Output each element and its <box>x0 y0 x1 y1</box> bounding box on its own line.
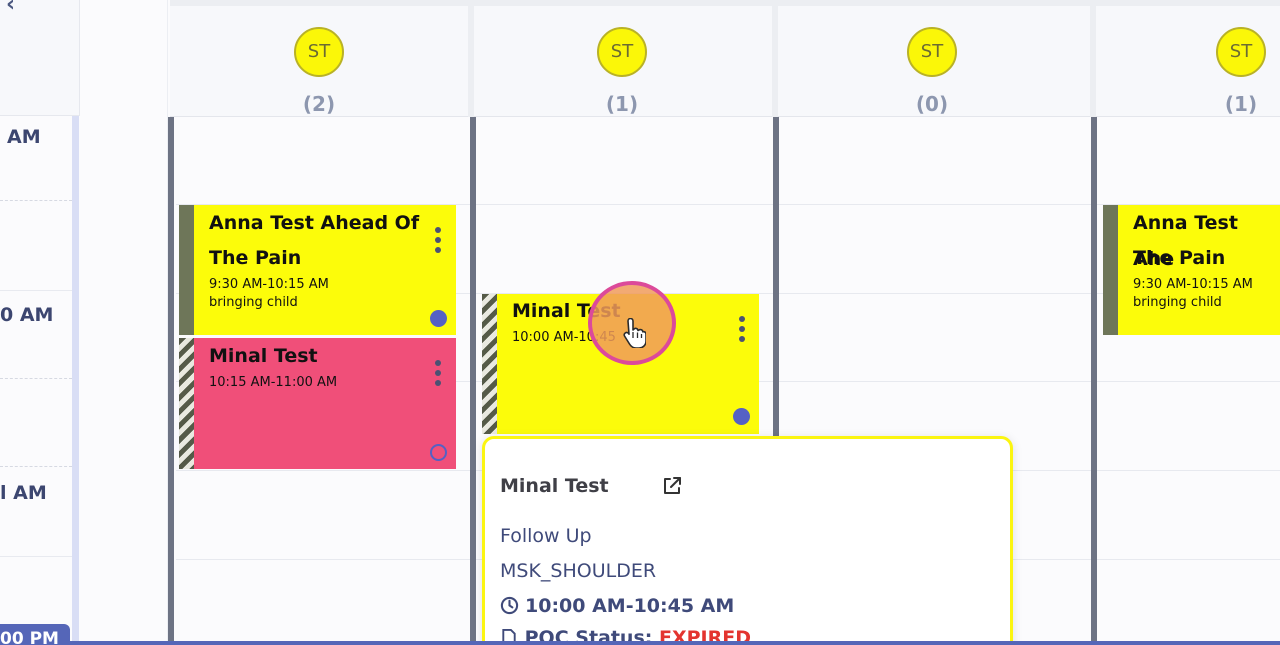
appointment-card[interactable]: Anna Test Ahe The Pain 9:30 AM-10:15 AM … <box>1103 205 1280 335</box>
appointment-title: The Pain <box>1133 247 1226 269</box>
resource-header: ST (1) <box>474 0 772 117</box>
time-label: l AM <box>0 482 47 504</box>
appointment-card[interactable]: Anna Test Ahead Of The Pain 9:30 AM-10:1… <box>179 205 456 335</box>
appointment-time: 9:30 AM-10:15 AM <box>1133 277 1253 292</box>
avatar[interactable]: ST <box>597 27 647 77</box>
resource-header: ST (0) <box>778 0 1090 117</box>
appointment-time: 10:15 AM-11:00 AM <box>209 375 338 390</box>
appointment-title: Minal Test <box>209 345 318 367</box>
appointment-note: bringing child <box>1133 295 1222 310</box>
status-stripe <box>179 338 194 469</box>
time-label: AM <box>7 126 41 148</box>
time-divider <box>0 466 72 467</box>
appointment-count: (1) <box>605 92 639 116</box>
diagnosis-code: MSK_SHOULDER <box>500 560 657 582</box>
time-column-scrollbar[interactable] <box>72 116 79 645</box>
current-time-label: 00 PM <box>0 624 70 645</box>
time-column-header <box>0 0 80 116</box>
status-dot-icon <box>430 444 447 461</box>
resource-header: ST (2) <box>170 0 468 117</box>
avatar[interactable]: ST <box>294 27 344 77</box>
status-dot-icon <box>733 408 750 425</box>
appointment-count: (1) <box>1224 92 1258 116</box>
appointment-popover: Minal Test Follow Up MSK_SHOULDER 10:00 … <box>482 436 1013 645</box>
appointment-title: The Pain <box>209 247 302 269</box>
time-label: 0 AM <box>0 304 54 326</box>
hand-pointer-icon <box>620 317 647 355</box>
status-stripe <box>482 294 497 434</box>
more-options-icon[interactable] <box>434 360 442 388</box>
column-separator <box>1090 0 1096 117</box>
appointment-note: bringing child <box>209 295 298 310</box>
spacer-column <box>80 0 168 645</box>
more-options-icon[interactable] <box>738 316 746 344</box>
resource-header: ST (1) <box>1096 0 1280 117</box>
time-divider <box>0 200 72 201</box>
appointment-time: 9:30 AM-10:15 AM <box>209 277 329 292</box>
popover-patient-name[interactable]: Minal Test <box>500 475 609 497</box>
appointment-count: (2) <box>302 92 336 116</box>
avatar[interactable]: ST <box>1216 27 1266 77</box>
column-separator <box>468 0 474 117</box>
appointment-card[interactable]: Minal Test 10:15 AM-11:00 AM <box>179 338 456 469</box>
more-options-icon[interactable] <box>434 227 442 255</box>
column-separator <box>1091 117 1097 645</box>
chevron-left-icon[interactable]: ‹ <box>6 0 15 17</box>
visit-type: Follow Up <box>500 525 592 547</box>
appointment-count: (0) <box>915 92 949 116</box>
column-separator <box>772 0 778 117</box>
appointment-title: Anna Test Ahead Of <box>209 212 420 234</box>
status-stripe <box>179 205 194 335</box>
status-stripe <box>1103 205 1118 335</box>
time-divider <box>0 290 72 291</box>
clock-icon <box>500 596 519 615</box>
time-divider <box>0 556 72 557</box>
status-dot-icon <box>430 310 447 327</box>
external-link-icon[interactable] <box>661 475 683 497</box>
popover-time: 10:00 AM-10:45 AM <box>525 595 735 617</box>
avatar[interactable]: ST <box>907 27 957 77</box>
column-separator <box>470 117 476 645</box>
current-time-line <box>0 641 1280 645</box>
time-divider <box>0 378 72 379</box>
appointment-time-row: 10:00 AM-10:45 AM <box>500 595 734 617</box>
column-separator <box>168 117 174 645</box>
